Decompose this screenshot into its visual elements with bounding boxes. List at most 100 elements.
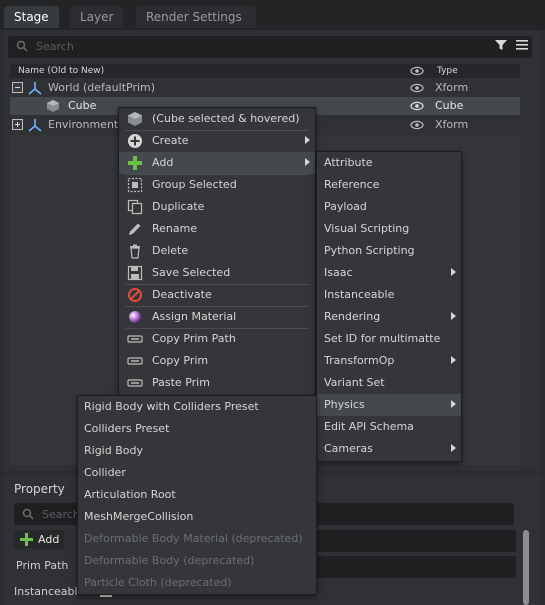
visibility-eye-icon[interactable] (410, 120, 424, 130)
tab-property[interactable]: Property (4, 478, 75, 500)
stage-search-input[interactable] (8, 36, 532, 58)
tree-type: Xform (435, 81, 469, 94)
tab-layer[interactable]: Layer (70, 6, 124, 28)
pencil-icon (129, 223, 141, 235)
menu-item-label: Save Selected (152, 266, 231, 279)
physics-item-deformable-body: Deformable Body (deprecated) (78, 550, 316, 572)
tree-label: World (defaultPrim) (48, 81, 156, 94)
menu-item-duplicate[interactable]: Duplicate (119, 196, 315, 218)
menu-item-label: Physics (324, 398, 365, 411)
tree-label: Environment (48, 118, 119, 131)
tab-stage[interactable]: Stage (4, 6, 59, 28)
add-menu-item-reference[interactable]: Reference (317, 174, 461, 196)
menu-item-copy-prim[interactable]: Copy Prim (119, 350, 315, 372)
menu-item-assign-material[interactable]: Assign Material (119, 306, 315, 328)
menu-item-create[interactable]: Create (119, 130, 315, 152)
menu-item-label: Edit API Schema (324, 420, 414, 433)
property-field[interactable] (310, 530, 516, 552)
menu-item-copy-prim-path[interactable]: Copy Prim Path (119, 328, 315, 350)
menu-item-label: Instanceable (324, 288, 395, 301)
add-menu-item-payload[interactable]: Payload (317, 196, 461, 218)
material-sphere-icon (129, 311, 141, 323)
add-menu-item-variant-set[interactable]: Variant Set (317, 372, 461, 394)
menu-item-group-selected[interactable]: Group Selected (119, 174, 315, 196)
add-label: Add (38, 533, 60, 546)
plus-icon (20, 533, 33, 546)
physics-item-colliders-preset[interactable]: Colliders Preset (78, 418, 316, 440)
add-menu-item-edit-api-schema[interactable]: Edit API Schema (317, 416, 461, 438)
cube-icon (47, 100, 59, 112)
menu-item-label: Deformable Body (deprecated) (84, 554, 255, 567)
add-menu-item-rendering[interactable]: Rendering (317, 306, 461, 328)
menu-item-label: Deformable Body Material (deprecated) (84, 532, 303, 545)
tab-bar: Stage Layer Render Settings (0, 0, 545, 30)
prim-path-label: Prim Path (16, 559, 69, 572)
menu-item-label: Cameras (324, 442, 373, 455)
instanceable-label: Instanceable (14, 585, 85, 598)
menu-item-label: Variant Set (324, 376, 385, 389)
property-scrollbar[interactable] (523, 530, 529, 605)
menu-item-rename[interactable]: Rename (119, 218, 315, 240)
add-menu-item-cameras[interactable]: Cameras (317, 438, 461, 460)
add-menu-item-isaac[interactable]: Isaac (317, 262, 461, 284)
tab-render-settings[interactable]: Render Settings (136, 6, 256, 28)
tree-type: Cube (435, 99, 464, 112)
menu-item-label: Visual Scripting (324, 222, 410, 235)
add-menu-item-physics[interactable]: Physics (317, 394, 461, 416)
physics-item-rigid-body[interactable]: Rigid Body (78, 440, 316, 462)
physics-submenu: Rigid Body with Colliders Preset Collide… (77, 395, 317, 595)
menu-item-label: Paste Prim (152, 376, 210, 389)
add-menu-item-python-scripting[interactable]: Python Scripting (317, 240, 461, 262)
menu-item-paste-prim[interactable]: Paste Prim (119, 372, 315, 394)
submenu-arrow-icon (305, 158, 310, 166)
cube-icon (128, 112, 142, 126)
menu-item-label: Python Scripting (324, 244, 415, 257)
xform-axis-icon (28, 119, 42, 132)
physics-item-meshmergecollision[interactable]: MeshMergeCollision (78, 506, 316, 528)
collapse-icon[interactable] (12, 82, 23, 93)
menu-item-label: Copy Prim (152, 354, 209, 367)
add-menu-item-set-id[interactable]: Set ID for multimatte (317, 328, 461, 350)
physics-item-collider[interactable]: Collider (78, 462, 316, 484)
menu-item-label: Add (152, 156, 174, 169)
menu-item-label: Isaac (324, 266, 353, 279)
physics-item-articulation-root[interactable]: Articulation Root (78, 484, 316, 506)
menu-item-label: Copy Prim Path (152, 332, 236, 345)
submenu-arrow-icon (451, 400, 456, 408)
expand-icon[interactable] (12, 119, 23, 130)
menu-item-add[interactable]: Add (119, 152, 315, 174)
visibility-eye-icon[interactable] (410, 83, 424, 93)
add-menu-item-instanceable[interactable]: Instanceable (317, 284, 461, 306)
filter-icon[interactable] (494, 38, 508, 52)
submenu-arrow-icon (451, 444, 456, 452)
menu-item-label: Rename (152, 222, 198, 235)
menu-item-save-selected[interactable]: Save Selected (119, 262, 315, 284)
physics-item-rigid-body-colliders-preset[interactable]: Rigid Body with Colliders Preset (78, 396, 316, 418)
add-menu-item-visual-scripting[interactable]: Visual Scripting (317, 218, 461, 240)
tree-row-world[interactable]: World (defaultPrim) Xform (10, 79, 520, 97)
menu-item-deactivate[interactable]: Deactivate (119, 284, 315, 306)
menu-item-label: Duplicate (152, 200, 205, 213)
hamburger-menu-icon[interactable] (516, 38, 528, 52)
menu-item-label: Rigid Body with Colliders Preset (84, 400, 259, 413)
add-menu-item-transformop[interactable]: TransformOp (317, 350, 461, 372)
plus-icon (128, 156, 142, 170)
deactivate-icon (128, 288, 142, 302)
submenu-arrow-icon (451, 268, 456, 276)
prim-path-field[interactable] (310, 556, 516, 578)
tree-type: Xform (435, 118, 469, 131)
menu-item-label: Articulation Root (84, 488, 176, 501)
column-header-name[interactable]: Name (Old to New) (18, 66, 104, 76)
add-menu-item-attribute[interactable]: Attribute (317, 152, 461, 174)
physics-item-particle-cloth: Particle Cloth (deprecated) (78, 572, 316, 594)
menu-header: (Cube selected & hovered) (119, 108, 315, 130)
add-submenu: Attribute Reference Payload Visual Scrip… (316, 151, 462, 462)
context-menu: (Cube selected & hovered) Create Add Gro… (118, 107, 316, 397)
column-header-type[interactable]: Type (437, 66, 458, 76)
copy-icon (127, 357, 143, 365)
menu-item-delete[interactable]: Delete (119, 240, 315, 262)
search-icon (16, 40, 28, 52)
visibility-eye-icon[interactable] (410, 101, 424, 111)
stage-search-placeholder: Search (36, 40, 74, 53)
search-icon (22, 508, 34, 520)
